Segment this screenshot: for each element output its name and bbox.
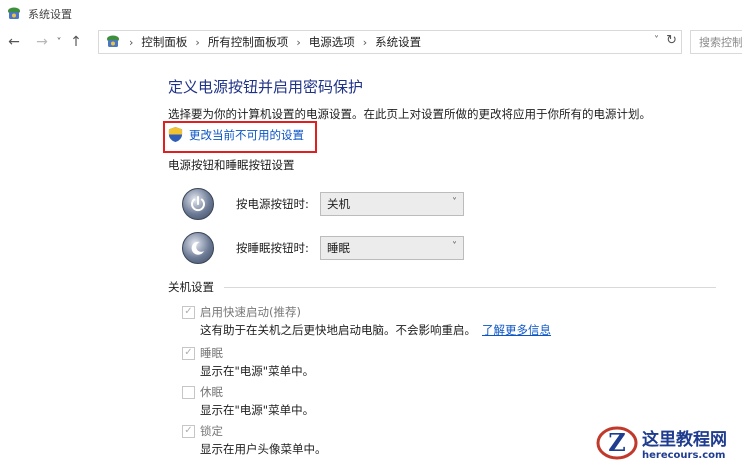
power-button-action-select[interactable]: 关机 ˅ bbox=[320, 192, 464, 216]
control-panel-icon bbox=[107, 35, 119, 47]
navigation-bar: ← → ˅ ↑ › 控制面板 › 所有控制面板项 › 电源选项 › 系统设置 ˅… bbox=[0, 28, 742, 56]
hibernate-checkbox[interactable] bbox=[182, 385, 195, 399]
chevron-down-icon: ˅ bbox=[452, 197, 457, 208]
search-input[interactable]: 搜索控制 bbox=[690, 30, 742, 54]
up-button[interactable]: ↑ bbox=[66, 30, 86, 54]
sleep-option: ✓ 睡眠 显示在"电源"菜单中。 bbox=[182, 344, 314, 380]
chevron-right-icon: › bbox=[195, 35, 200, 49]
fast-startup-description: 这有助于在关机之后更快地启动电脑。不会影响重启。 bbox=[200, 323, 476, 337]
sleep-checkbox[interactable]: ✓ bbox=[182, 346, 195, 360]
sleep-button-row: 按睡眠按钮时: 睡眠 ˅ bbox=[182, 232, 464, 264]
power-icon bbox=[182, 188, 214, 220]
hibernate-description: 显示在"电源"菜单中。 bbox=[200, 403, 315, 417]
chevron-right-icon: › bbox=[129, 35, 134, 49]
watermark-name: 这里教程网 bbox=[642, 429, 727, 450]
power-section-header: 电源按钮和睡眠按钮设置 bbox=[168, 157, 295, 173]
chevron-down-icon: ˅ bbox=[452, 241, 457, 252]
sleep-button-action-select[interactable]: 睡眠 ˅ bbox=[320, 236, 464, 260]
breadcrumb-system-settings[interactable]: 系统设置 bbox=[375, 34, 421, 50]
breadcrumb-all-items[interactable]: 所有控制面板项 bbox=[208, 34, 289, 50]
address-dropdown-icon[interactable]: ˅ bbox=[654, 35, 659, 46]
shutdown-section-header: 关机设置 bbox=[168, 279, 716, 295]
power-button-row: 按电源按钮时: 关机 ˅ bbox=[182, 188, 464, 220]
breadcrumb-power-options[interactable]: 电源选项 bbox=[309, 34, 355, 50]
control-panel-icon bbox=[8, 7, 20, 19]
refresh-icon[interactable]: ↻ bbox=[666, 33, 677, 48]
watermark-logo: Z bbox=[596, 426, 638, 459]
sleep-button-label: 按睡眠按钮时: bbox=[236, 241, 309, 255]
back-button[interactable]: ← bbox=[4, 30, 24, 54]
page-subtitle: 选择要为你的计算机设置的电源设置。在此页上对设置所做的更改将应用于你所有的电源计… bbox=[168, 107, 651, 121]
change-link-label: 更改当前不可用的设置 bbox=[189, 127, 304, 142]
lock-label: 锁定 bbox=[200, 424, 223, 438]
breadcrumb-control-panel[interactable]: 控制面板 bbox=[141, 34, 187, 50]
uac-shield-icon bbox=[168, 127, 183, 142]
main-content: 定义电源按钮并启用密码保护 选择要为你的计算机设置的电源设置。在此页上对设置所做… bbox=[163, 76, 742, 456]
chevron-right-icon: › bbox=[362, 35, 368, 49]
fast-startup-option: ✓ 启用快速启动(推荐) 这有助于在关机之后更快地启动电脑。不会影响重启。 了解… bbox=[182, 303, 551, 339]
chevron-right-icon: › bbox=[296, 35, 301, 49]
change-unavailable-settings-link[interactable]: 更改当前不可用的设置 bbox=[168, 126, 304, 143]
forward-button[interactable]: → bbox=[32, 30, 52, 54]
recent-locations-button[interactable]: ˅ bbox=[52, 30, 66, 54]
sleep-button-action-value: 睡眠 bbox=[327, 241, 350, 255]
fast-startup-label: 启用快速启动(推荐) bbox=[200, 305, 301, 319]
shutdown-section-title: 关机设置 bbox=[168, 280, 214, 294]
address-bar[interactable]: › 控制面板 › 所有控制面板项 › 电源选项 › 系统设置 ˅ ↻ bbox=[98, 30, 682, 54]
lock-checkbox[interactable]: ✓ bbox=[182, 424, 195, 438]
sleep-label: 睡眠 bbox=[200, 346, 223, 360]
power-section-title: 电源按钮和睡眠按钮设置 bbox=[168, 158, 295, 172]
fast-startup-checkbox[interactable]: ✓ bbox=[182, 305, 195, 319]
sleep-description: 显示在"电源"菜单中。 bbox=[200, 364, 315, 378]
moon-icon bbox=[182, 232, 214, 264]
lock-option: ✓ 锁定 显示在用户头像菜单中。 bbox=[182, 422, 327, 458]
window-title: 系统设置 bbox=[28, 8, 72, 21]
page-title: 定义电源按钮并启用密码保护 bbox=[168, 78, 364, 96]
svg-text:Z: Z bbox=[608, 428, 626, 457]
hibernate-label: 休眠 bbox=[200, 385, 223, 399]
title-bar: 系统设置 bbox=[0, 0, 742, 28]
learn-more-link[interactable]: 了解更多信息 bbox=[482, 322, 551, 338]
power-button-label: 按电源按钮时: bbox=[236, 197, 309, 211]
lock-description: 显示在用户头像菜单中。 bbox=[200, 442, 327, 456]
watermark-url: herecours.com bbox=[642, 449, 726, 461]
power-button-action-value: 关机 bbox=[327, 197, 350, 211]
watermark: Z 这里教程网 herecours.com bbox=[596, 420, 742, 465]
section-divider bbox=[224, 286, 716, 288]
hibernate-option: 休眠 显示在"电源"菜单中。 bbox=[182, 383, 314, 419]
